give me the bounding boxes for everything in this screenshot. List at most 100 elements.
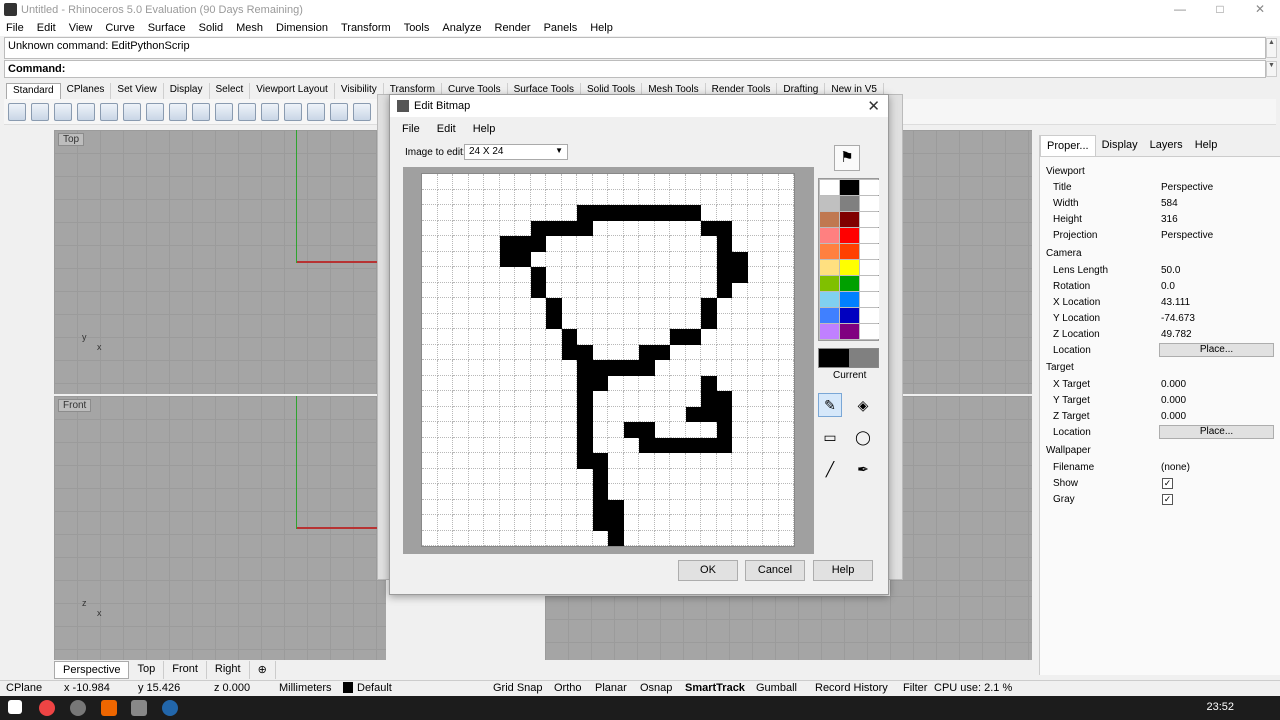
bitmap-pixel[interactable] bbox=[685, 298, 701, 314]
settings-icon[interactable] bbox=[70, 700, 86, 716]
bitmap-pixel[interactable] bbox=[484, 267, 500, 283]
bitmap-pixel[interactable] bbox=[623, 251, 639, 267]
bitmap-pixel[interactable] bbox=[561, 391, 577, 407]
bitmap-pixel[interactable] bbox=[608, 251, 624, 267]
palette-swatch[interactable] bbox=[860, 324, 879, 339]
bitmap-pixel[interactable] bbox=[608, 499, 624, 515]
bitmap-pixel[interactable] bbox=[623, 530, 639, 546]
bitmap-pixel[interactable] bbox=[732, 468, 748, 484]
bitmap-pixel[interactable] bbox=[453, 484, 469, 500]
dialog-menu-file[interactable]: File bbox=[402, 123, 420, 135]
bitmap-pixel[interactable] bbox=[515, 530, 531, 546]
bitmap-pixel[interactable] bbox=[670, 174, 686, 190]
bitmap-pixel[interactable] bbox=[546, 205, 562, 221]
bitmap-pixel[interactable] bbox=[670, 189, 686, 205]
bitmap-pixel[interactable] bbox=[530, 298, 546, 314]
bitmap-pixel[interactable] bbox=[685, 189, 701, 205]
bitmap-pixel[interactable] bbox=[515, 298, 531, 314]
palette-swatch[interactable] bbox=[820, 180, 839, 195]
bitmap-pixel[interactable] bbox=[701, 437, 717, 453]
bitmap-pixel[interactable] bbox=[530, 174, 546, 190]
bitmap-pixel[interactable] bbox=[654, 468, 670, 484]
bitmap-pixel[interactable] bbox=[546, 236, 562, 252]
bitmap-pixel[interactable] bbox=[453, 251, 469, 267]
bitmap-pixel[interactable] bbox=[716, 484, 732, 500]
toggle-grid-snap[interactable]: Grid Snap bbox=[493, 682, 543, 694]
bitmap-pixel[interactable] bbox=[747, 344, 763, 360]
bitmap-pixel[interactable] bbox=[453, 360, 469, 376]
bitmap-pixel[interactable] bbox=[685, 220, 701, 236]
bitmap-pixel[interactable] bbox=[468, 453, 484, 469]
bitmap-pixel[interactable] bbox=[639, 530, 655, 546]
bitmap-pixel[interactable] bbox=[561, 174, 577, 190]
bitmap-pixel[interactable] bbox=[515, 236, 531, 252]
dialog-menu-edit[interactable]: Edit bbox=[437, 123, 456, 135]
bitmap-pixel[interactable] bbox=[732, 422, 748, 438]
bitmap-pixel[interactable] bbox=[484, 220, 500, 236]
bitmap-pixel[interactable] bbox=[747, 499, 763, 515]
bitmap-pixel[interactable] bbox=[592, 267, 608, 283]
bitmap-pixel[interactable] bbox=[468, 422, 484, 438]
bitmap-pixel[interactable] bbox=[468, 344, 484, 360]
bitmap-pixel[interactable] bbox=[437, 515, 453, 531]
bitmap-pixel[interactable] bbox=[639, 267, 655, 283]
bitmap-pixel[interactable] bbox=[747, 530, 763, 546]
bitmap-pixel[interactable] bbox=[530, 391, 546, 407]
bitmap-pixel[interactable] bbox=[732, 437, 748, 453]
bitmap-pixel[interactable] bbox=[716, 205, 732, 221]
bitmap-pixel[interactable] bbox=[577, 251, 593, 267]
bitmap-pixel[interactable] bbox=[453, 205, 469, 221]
bitmap-pixel[interactable] bbox=[654, 344, 670, 360]
bitmap-pixel[interactable] bbox=[623, 437, 639, 453]
bitmap-pixel[interactable] bbox=[685, 313, 701, 329]
bitmap-pixel[interactable] bbox=[468, 530, 484, 546]
bitmap-pixel[interactable] bbox=[778, 530, 794, 546]
bitmap-pixel[interactable] bbox=[592, 515, 608, 531]
bitmap-pixel[interactable] bbox=[701, 515, 717, 531]
bitmap-pixel[interactable] bbox=[437, 453, 453, 469]
bitmap-pixel[interactable] bbox=[732, 391, 748, 407]
bitmap-pixel[interactable] bbox=[778, 468, 794, 484]
bitmap-pixel[interactable] bbox=[530, 189, 546, 205]
bitmap-pixel[interactable] bbox=[484, 391, 500, 407]
bitmap-pixel[interactable] bbox=[623, 453, 639, 469]
bitmap-pixel[interactable] bbox=[654, 298, 670, 314]
bitmap-pixel[interactable] bbox=[592, 313, 608, 329]
bitmap-pixel[interactable] bbox=[422, 453, 438, 469]
bitmap-pixel[interactable] bbox=[437, 360, 453, 376]
bitmap-pixel[interactable] bbox=[577, 189, 593, 205]
bitmap-pixel[interactable] bbox=[437, 530, 453, 546]
bitmap-pixel[interactable] bbox=[670, 530, 686, 546]
bitmap-pixel[interactable] bbox=[747, 267, 763, 283]
bitmap-pixel[interactable] bbox=[437, 499, 453, 515]
bitmap-pixel[interactable] bbox=[422, 251, 438, 267]
bitmap-pixel[interactable] bbox=[747, 189, 763, 205]
bitmap-pixel[interactable] bbox=[701, 189, 717, 205]
bitmap-pixel[interactable] bbox=[468, 282, 484, 298]
bitmap-pixel[interactable] bbox=[623, 220, 639, 236]
menu-surface[interactable]: Surface bbox=[148, 22, 186, 34]
bitmap-pixel[interactable] bbox=[499, 453, 515, 469]
bitmap-pixel[interactable] bbox=[453, 468, 469, 484]
bitmap-pixel[interactable] bbox=[670, 391, 686, 407]
bitmap-pixel[interactable] bbox=[623, 422, 639, 438]
bitmap-pixel[interactable] bbox=[577, 453, 593, 469]
bitmap-pixel[interactable] bbox=[437, 391, 453, 407]
bitmap-pixel[interactable] bbox=[561, 499, 577, 515]
bitmap-pixel[interactable] bbox=[716, 313, 732, 329]
bitmap-pixel[interactable] bbox=[747, 220, 763, 236]
bitmap-pixel[interactable] bbox=[592, 282, 608, 298]
bitmap-pixel[interactable] bbox=[623, 313, 639, 329]
bitmap-pixel[interactable] bbox=[685, 515, 701, 531]
menu-edit[interactable]: Edit bbox=[37, 22, 56, 34]
bitmap-pixel[interactable] bbox=[546, 437, 562, 453]
bitmap-pixel[interactable] bbox=[515, 468, 531, 484]
palette-swatch[interactable] bbox=[840, 228, 859, 243]
bitmap-pixel[interactable] bbox=[437, 468, 453, 484]
bitmap-pixel[interactable] bbox=[639, 437, 655, 453]
gray-checkbox[interactable]: ✓ bbox=[1162, 494, 1173, 505]
bitmap-pixel[interactable] bbox=[763, 437, 779, 453]
bitmap-pixel[interactable] bbox=[515, 375, 531, 391]
bitmap-pixel[interactable] bbox=[732, 282, 748, 298]
bitmap-pixel[interactable] bbox=[732, 236, 748, 252]
